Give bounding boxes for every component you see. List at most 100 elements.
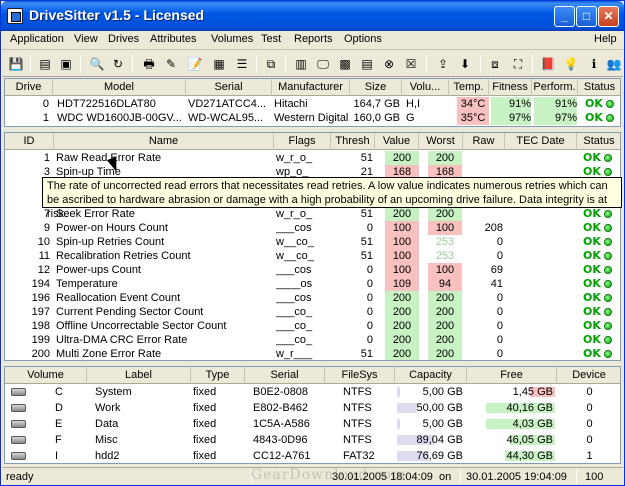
attr-col-value[interactable]: Value (375, 133, 419, 150)
tests-icon[interactable]: ▩ (336, 55, 354, 73)
status-ok-icon (603, 210, 612, 218)
list-icon[interactable]: ☰ (233, 55, 251, 73)
about-icon[interactable]: 👥 (605, 55, 623, 73)
attribute-raw: 0 (496, 236, 503, 248)
attribute-thresh: 0 (366, 222, 373, 234)
refresh-icon[interactable]: ↻ (109, 55, 127, 73)
drives-col-serial[interactable]: Serial (186, 79, 272, 96)
drives-col-status[interactable]: Status (578, 79, 620, 96)
save-icon[interactable]: 💾 (7, 55, 25, 73)
copy-icon[interactable]: ⧉ (262, 55, 280, 73)
volume-capacity: 5,00 GB (422, 386, 463, 398)
menu-view[interactable]: View (74, 33, 98, 45)
drives-col-model[interactable]: Model (53, 79, 186, 96)
menu-test[interactable]: Test (261, 33, 281, 45)
drive-details-icon[interactable]: ▣ (57, 55, 75, 73)
attribute-row[interactable]: 198 Offline Uncorrectable Sector Count ___… (5, 319, 620, 333)
attribute-row[interactable]: 11 Recalibration Retries Count w__co_ 51 100… (5, 249, 620, 263)
drives-col-fitness[interactable]: Fitness (489, 79, 532, 96)
menu-attributes[interactable]: Attributes (150, 33, 196, 45)
export-icon[interactable]: ⇪ (434, 55, 452, 73)
attr-col-name[interactable]: Name (54, 133, 274, 150)
monitor-icon[interactable]: 🖵 (314, 55, 332, 73)
vol-col-capacity[interactable]: Capacity (395, 367, 467, 384)
drivesitter-app-icon[interactable] (7, 8, 23, 24)
attribute-row[interactable]: 12 Power-ups Count ___cos 0 100 100 69 OK (5, 263, 620, 277)
attribute-thresh: 51 (360, 250, 373, 262)
attribute-row[interactable]: 1 Raw Read Error Rate w_r_o_ 51 200 200 OK (5, 151, 620, 165)
attr-col-flags[interactable]: Flags (274, 133, 331, 150)
volume-type: fixed (193, 434, 217, 446)
window-icon[interactable]: ⧈ (486, 55, 504, 73)
attr-col-id[interactable]: ID (5, 133, 54, 150)
drives-col-drive[interactable]: Drive (5, 79, 53, 96)
attribute-row[interactable]: 196 Reallocation Event Count ___cos 0 200 200… (5, 291, 620, 305)
vol-col-filesys[interactable]: FileSys (325, 367, 395, 384)
vol-col-serial[interactable]: Serial (245, 367, 325, 384)
volume-row[interactable]: C System fixed B0E2-0808 NTFS 5,00 GB 1,45 GB 0 (5, 385, 620, 401)
maximize-button[interactable]: □ (576, 6, 597, 27)
vol-col-free[interactable]: Free (467, 367, 557, 384)
vol-col-volume[interactable]: Volume (5, 367, 87, 384)
menu-volumes[interactable]: Volumes (211, 33, 253, 45)
attr-col-worst[interactable]: Worst (419, 133, 463, 150)
toolbar-separator (480, 55, 481, 73)
volume-row[interactable]: D Work fixed E802-B462 NTFS 50,00 GB 40,16 GB 0 (5, 401, 620, 417)
info-icon[interactable]: ℹ (585, 55, 603, 73)
minimize-button[interactable]: _ (554, 6, 575, 27)
vol-col-device[interactable]: Device (557, 367, 620, 384)
attr-col-thresh[interactable]: Thresh (331, 133, 375, 150)
fullscreen-icon[interactable]: ⛶ (509, 55, 527, 73)
attr-col-raw[interactable]: Raw (463, 133, 505, 150)
attribute-row[interactable]: 199 Ultra-DMA CRC Error Rate ___co_ 0 200 200… (5, 333, 620, 347)
vol-col-type[interactable]: Type (191, 367, 245, 384)
attribute-row[interactable]: 10 Spin-up Retries Count w__co_ 51 100 253 0 OK (5, 235, 620, 249)
volume-row[interactable]: F Misc fixed 4843-0D96 NTFS 89,04 GB 46,05 GB 0 (5, 433, 620, 449)
stop-icon[interactable]: ⊗ (380, 55, 398, 73)
threshold-icon[interactable]: ▦ (210, 55, 228, 73)
help-book-icon[interactable]: 📕 (539, 55, 557, 73)
drive-row[interactable]: 1 WDC WD1600JB-00GV... WD-WCAL95... West… (5, 111, 620, 125)
menu-drives[interactable]: Drives (108, 33, 139, 45)
report-icon[interactable]: ▥ (292, 55, 310, 73)
volume-row[interactable]: E Data fixed 1C5A-A586 NTFS 5,00 GB 4,03 GB 0 (5, 417, 620, 433)
volume-row[interactable]: Ihdd2 fixed CC12-A761 FAT32 76,69 GB 44,30 GB… (5, 449, 620, 463)
drives-col-perform[interactable]: Perform. (532, 79, 578, 96)
attribute-flags: w__co_ (276, 250, 314, 262)
volume-device: 0 (586, 402, 593, 414)
attribute-row[interactable]: 197 Current Pending Sector Count ___co_ 0 20… (5, 305, 620, 319)
cancel-icon[interactable]: ☒ (402, 55, 420, 73)
drive-row[interactable]: 0 HDT722516DLAT80 VD271ATCC4... Hitachi … (5, 97, 620, 111)
attribute-id: 11 (38, 250, 50, 262)
vol-col-label[interactable]: Label (87, 367, 191, 384)
menu-options[interactable]: Options (344, 33, 382, 45)
close-button[interactable]: ✕ (598, 6, 619, 27)
drives-col-volumes[interactable]: Volu... (402, 79, 449, 96)
search-drives-icon[interactable]: 🔍 (88, 55, 106, 73)
attr-col-status[interactable]: Status (577, 133, 620, 150)
drive-list-icon[interactable]: ▤ (36, 55, 54, 73)
drives-col-manufacturer[interactable]: Manufacturer (272, 79, 350, 96)
edit-attributes-icon[interactable]: 📝 (186, 55, 204, 73)
attribute-raw: 0 (496, 250, 503, 262)
attribute-row[interactable]: 200 Multi Zone Error Rate w_r___ 51 200 200 0 O… (5, 347, 620, 360)
attribute-thresh: 0 (366, 278, 373, 290)
print-icon[interactable]: 🖶 (140, 55, 158, 73)
schedule-icon[interactable]: ▤ (358, 55, 376, 73)
menu-help[interactable]: Help (594, 33, 617, 45)
attribute-row[interactable]: 9 Power-on Hours Count ___cos 0 100 100 208 OK (5, 221, 620, 235)
attribute-row[interactable]: 194 Temperature ____os 0 109 94 41 OK (5, 277, 620, 291)
title-bar[interactable]: DriveSitter v1.5 - Licensed _ □ ✕ (1, 1, 624, 31)
attributes-icon[interactable]: ✎ (162, 55, 180, 73)
status-ok-icon (603, 252, 612, 260)
menu-application[interactable]: Application (10, 33, 64, 45)
hint-icon[interactable]: 💡 (562, 55, 580, 73)
download-icon[interactable]: ⬇ (456, 55, 474, 73)
drives-col-size[interactable]: Size (350, 79, 402, 96)
attribute-flags: ____os (276, 278, 313, 290)
menu-reports[interactable]: Reports (294, 33, 333, 45)
status-on-label: on (439, 471, 452, 483)
drives-col-temp[interactable]: Temp. (449, 79, 489, 96)
attribute-row[interactable]: 7 Seek Error Rate w_r_o_ 51 200 200 OK (5, 207, 620, 221)
attr-col-tec-date[interactable]: TEC Date (505, 133, 577, 150)
